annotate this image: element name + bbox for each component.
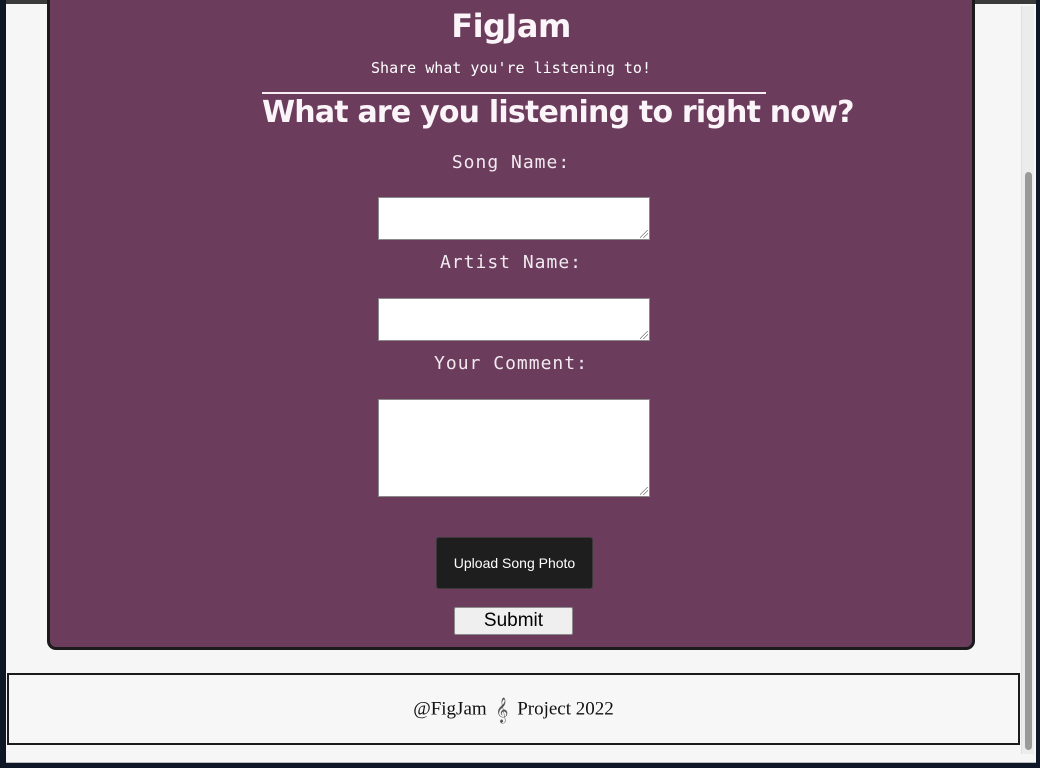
- footer-project-text: Project 2022: [517, 698, 614, 720]
- upload-song-photo-button[interactable]: Upload Song Photo: [436, 537, 593, 589]
- site-tagline: Share what you're listening to!: [371, 59, 651, 77]
- song-name-label: Song Name:: [451, 152, 571, 173]
- artist-name-label: Artist Name:: [439, 252, 583, 273]
- scrollbar-thumb[interactable]: [1025, 172, 1032, 750]
- page-footer: @FigJam 𝄞 Project 2022: [7, 673, 1020, 745]
- site-title: FigJam: [451, 7, 571, 45]
- vertical-scrollbar[interactable]: [1021, 6, 1034, 754]
- footer-brand: @FigJam: [413, 698, 487, 720]
- submit-button[interactable]: Submit: [454, 607, 573, 635]
- song-name-field[interactable]: [378, 197, 650, 240]
- comment-field[interactable]: [378, 399, 650, 497]
- resize-handle-icon[interactable]: [640, 230, 648, 238]
- resize-handle-icon[interactable]: [640, 331, 648, 339]
- resize-handle-icon[interactable]: [640, 487, 648, 495]
- form-heading: What are you listening to right now?: [262, 92, 854, 130]
- comment-label: Your Comment:: [434, 353, 588, 374]
- browser-viewport: FigJam Share what you're listening to! W…: [6, 0, 1036, 763]
- artist-name-field[interactable]: [378, 298, 650, 341]
- post-form-card: FigJam Share what you're listening to! W…: [47, 0, 975, 650]
- treble-clef-icon: 𝄞: [495, 696, 509, 722]
